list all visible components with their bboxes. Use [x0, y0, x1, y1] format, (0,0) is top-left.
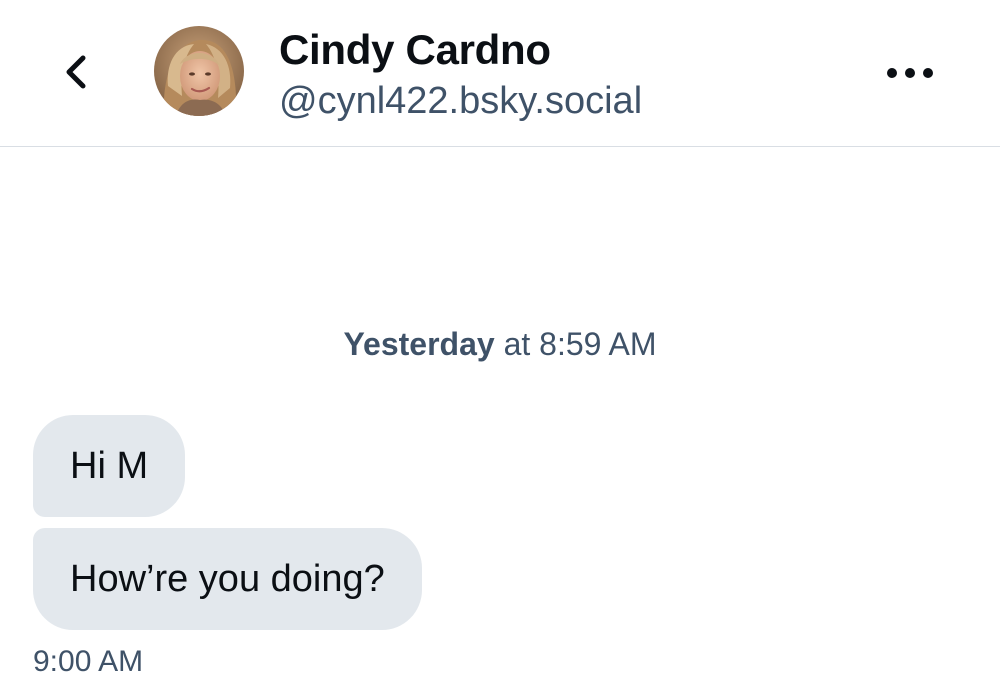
contact-name: Cindy Cardno	[279, 26, 551, 73]
chevron-left-icon	[66, 55, 86, 89]
contact-handle: @cynl422.bsky.social	[279, 80, 643, 122]
ellipsis-icon	[887, 68, 933, 78]
date-separator-time: at 8:59 AM	[494, 326, 657, 362]
message-bubble[interactable]: How’re you doing?	[33, 528, 422, 630]
message-timestamp: 9:00 AM	[33, 645, 144, 678]
avatar[interactable]	[154, 26, 244, 116]
back-button[interactable]	[52, 46, 100, 98]
message-bubble[interactable]: Hi M	[33, 415, 186, 517]
date-separator: Yesterday at 8:59 AM	[0, 326, 1000, 363]
avatar-image	[154, 26, 244, 116]
date-separator-day: Yesterday	[343, 326, 495, 362]
conversation-header: Cindy Cardno @cynl422.bsky.social	[0, 0, 1000, 147]
more-options-button[interactable]	[880, 55, 940, 91]
